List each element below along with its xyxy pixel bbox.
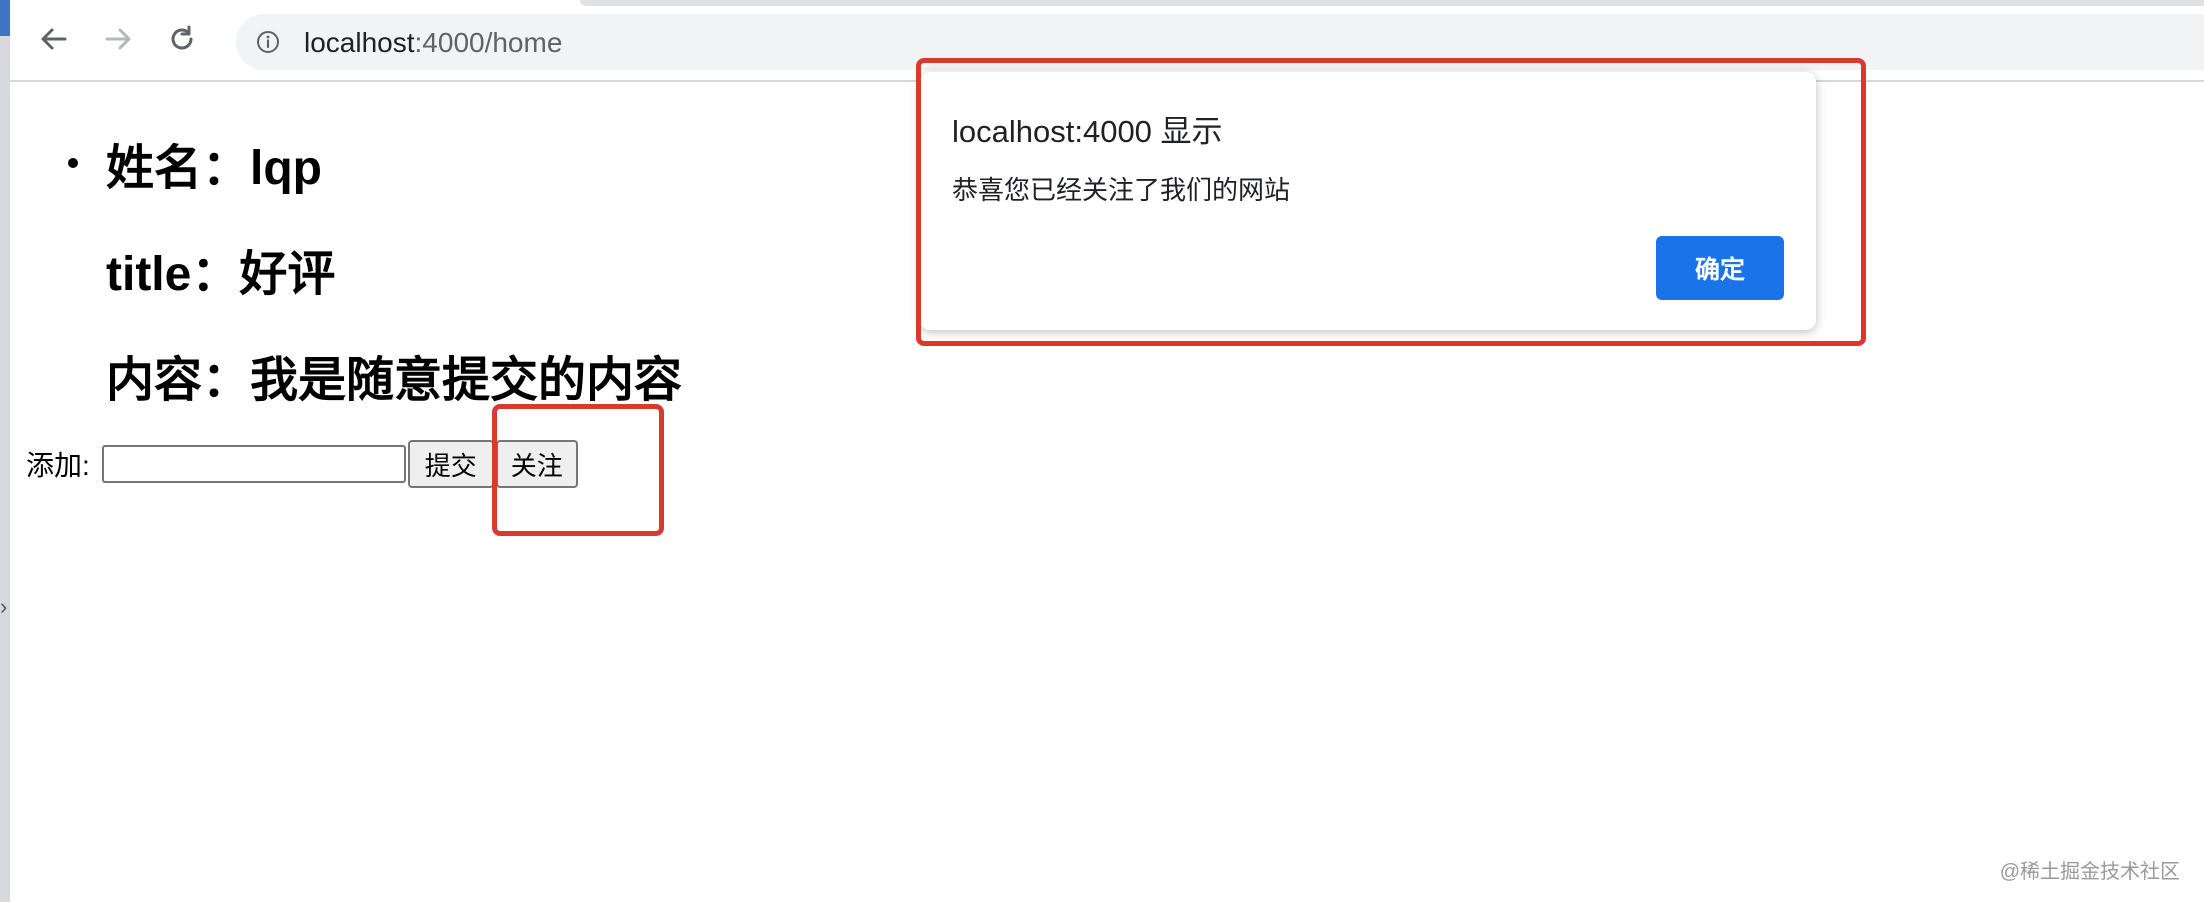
record-title: title：好评 bbox=[106, 248, 336, 301]
url-path: :4000/home bbox=[414, 27, 563, 58]
adjacent-window-tab bbox=[0, 0, 10, 36]
annotation-box-follow-button bbox=[492, 404, 664, 536]
arrow-left-icon bbox=[41, 28, 67, 50]
list-bullet bbox=[68, 158, 78, 168]
submit-button[interactable]: 提交 bbox=[407, 440, 494, 488]
add-input[interactable] bbox=[101, 445, 406, 483]
tab-strip-edge bbox=[580, 0, 2204, 6]
back-button[interactable] bbox=[34, 19, 74, 59]
reload-icon bbox=[171, 25, 193, 50]
info-icon[interactable] bbox=[256, 30, 280, 54]
forward-button[interactable] bbox=[98, 19, 138, 59]
add-label: 添加: bbox=[26, 450, 90, 481]
record-name: 姓名：lqp bbox=[106, 142, 322, 195]
url-host: localhost bbox=[304, 27, 415, 58]
annotation-box-dialog bbox=[916, 58, 1866, 346]
record-content: 内容：我是随意提交的内容 bbox=[106, 354, 683, 407]
reload-button[interactable] bbox=[162, 19, 202, 59]
watermark: @稀土掘金技术社区 bbox=[1999, 861, 2180, 883]
arrow-right-icon bbox=[105, 28, 131, 50]
url-text[interactable]: localhost:4000/home bbox=[304, 27, 562, 59]
